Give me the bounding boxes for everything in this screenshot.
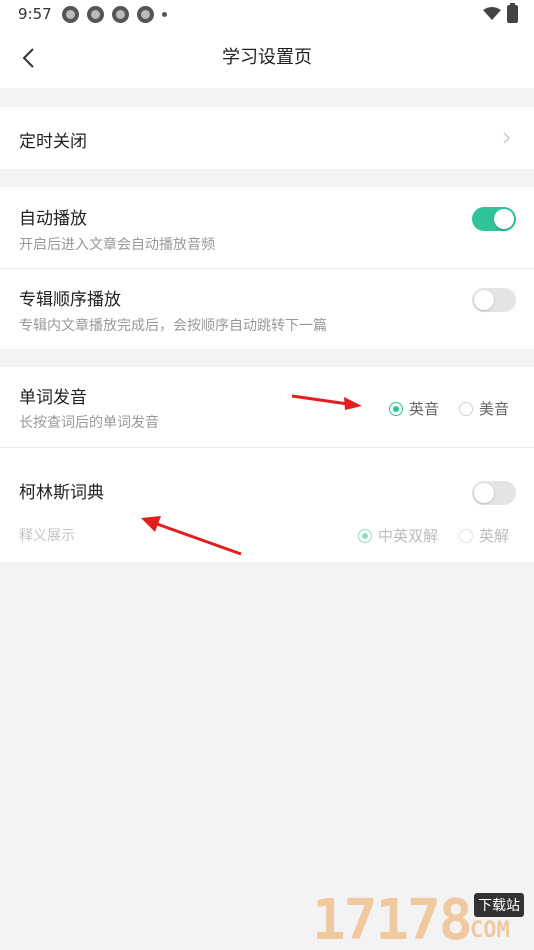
app-notification-icon xyxy=(111,5,129,23)
row-collins: 柯林斯词典 释义展示 中英双解 英解 xyxy=(0,448,534,562)
watermark-logo: 17178 xyxy=(312,888,473,950)
row-title: 柯林斯词典 xyxy=(19,483,104,503)
auto-play-toggle[interactable] xyxy=(472,207,516,231)
collins-toggle[interactable] xyxy=(472,481,516,505)
chevron-right-icon xyxy=(503,132,511,144)
watermark-badge: 下载站 xyxy=(474,893,524,917)
row-timer-close[interactable]: 定时关闭 xyxy=(0,107,534,169)
row-title: 单词发音 xyxy=(19,388,87,408)
album-order-toggle[interactable] xyxy=(472,288,516,312)
app-notification-icon xyxy=(61,5,79,23)
battery-icon xyxy=(507,3,518,23)
app-notification-icon xyxy=(136,5,154,23)
row-album-order: 专辑顺序播放 专辑内文章播放完成后，会按顺序自动跳转下一篇 xyxy=(0,269,534,349)
wifi-icon xyxy=(483,7,501,20)
section-playback: 自动播放 开启后进入文章会自动播放音频 专辑顺序播放 专辑内文章播放完成后，会按… xyxy=(0,187,534,349)
page-title: 学习设置页 xyxy=(222,47,312,68)
radio-checked-icon xyxy=(389,401,403,416)
section-timer: 定时关闭 xyxy=(0,107,534,169)
row-auto-play: 自动播放 开启后进入文章会自动播放音频 xyxy=(0,187,534,268)
section-dictionary: 单词发音 长按查词后的单词发音 英音 美音 柯林斯词典 释义展示 中英双解 英解 xyxy=(0,367,534,562)
row-title: 自动播放 xyxy=(19,209,87,229)
row-pronunciation: 单词发音 长按查词后的单词发音 英音 美音 xyxy=(0,367,534,447)
radio-american[interactable]: 美音 xyxy=(459,398,509,419)
app-notification-icon xyxy=(86,5,104,23)
row-title: 定时关闭 xyxy=(19,132,87,152)
row-subtitle: 专辑内文章播放完成后，会按顺序自动跳转下一篇 xyxy=(19,318,327,334)
more-notifications-icon xyxy=(161,11,167,17)
status-bar: 9:57 xyxy=(0,0,534,28)
header: 学习设置页 xyxy=(0,28,534,88)
status-time: 9:57 xyxy=(18,5,52,23)
row-sub-label: 释义展示 xyxy=(19,528,75,544)
row-subtitle: 开启后进入文章会自动播放音频 xyxy=(19,237,215,253)
watermark-suffix: COM xyxy=(470,918,510,943)
radio-english[interactable]: 英解 xyxy=(459,525,509,546)
annotation-arrow-icon xyxy=(141,516,242,556)
radio-unchecked-icon xyxy=(459,401,473,416)
radio-unchecked-icon xyxy=(459,528,473,543)
annotation-arrow-icon xyxy=(291,394,362,410)
notification-icons xyxy=(61,5,167,23)
row-subtitle: 长按查词后的单词发音 xyxy=(19,415,159,431)
radio-british[interactable]: 英音 xyxy=(389,398,439,419)
row-title: 专辑顺序播放 xyxy=(19,290,121,310)
radio-checked-icon xyxy=(358,528,372,543)
radio-bilingual[interactable]: 中英双解 xyxy=(358,525,438,546)
